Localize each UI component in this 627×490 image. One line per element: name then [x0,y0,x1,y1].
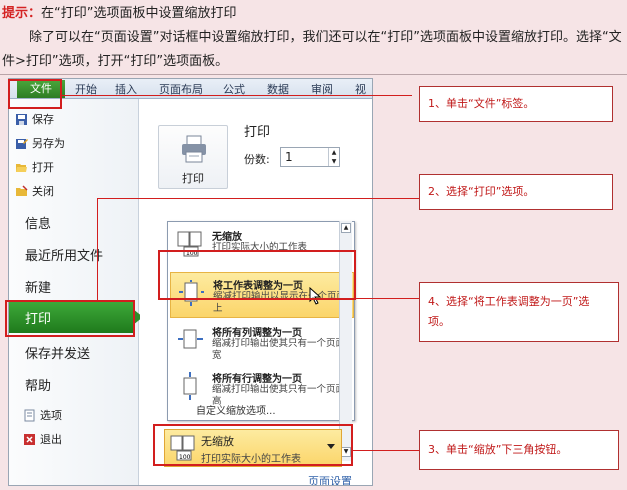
sidebar-item-save-as[interactable]: 另存为 [15,135,65,151]
connector-line [97,198,98,302]
sidebar-item-help[interactable]: 帮助 [25,375,51,394]
highlight-print-item [5,300,135,337]
print-button[interactable]: 打印 [158,125,228,189]
copies-label: 份数: [244,153,270,166]
connector-line [353,450,421,451]
option-desc: 缩减打印输出使其只有一个页面宽 [212,338,346,361]
sidebar-item-label: 选项 [40,409,62,422]
sidebar-item-close[interactable]: 关闭 [15,183,54,199]
divider [0,74,627,75]
folder-close-icon [16,184,28,196]
callout-step-2: 2、选择“打印”选项。 [419,174,613,210]
tip-label: 提示： [2,6,42,21]
printer-icon [182,135,206,163]
fit-rows-icon [183,372,197,400]
sidebar-item-open[interactable]: 打开 [15,159,54,175]
callout-text: 1、单击“文件”标签。 [428,97,535,110]
backstage-sidebar: 保存 另存为 打开 关闭 信息 最近所用文件 新建 打印 保存并发送 帮助 选项… [9,99,143,485]
connector-line [97,198,419,199]
tip-text: 在“打印”选项面板中设置缩放打印 [41,6,237,21]
connector-line [62,95,412,96]
tip-heading: 提示：在“打印”选项面板中设置缩放打印 [2,2,237,21]
options-icon [24,409,35,421]
callout-text: 3、单击“缩放”下三角按钮。 [428,443,568,456]
copies-spinner[interactable]: ▲ ▼ [328,148,339,166]
exit-icon [24,433,35,445]
callout-text: 4、选择“将工作表调整为一页”选项。 [428,295,590,328]
sidebar-item-label: 关闭 [32,185,54,198]
print-title: 打印 [244,125,271,140]
callout-step-3: 3、单击“缩放”下三角按钮。 [419,430,619,470]
custom-scaling-link[interactable]: 自定义缩放选项... [196,402,276,417]
callout-step-1: 1、单击“文件”标签。 [419,86,613,122]
intro-paragraph: 除了可以在“页面设置”对话框中设置缩放打印，我们还可以在“打印”选项面板中设置缩… [2,30,622,69]
sidebar-item-save-send[interactable]: 保存并发送 [25,343,90,362]
sidebar-item-options[interactable]: 选项 [23,407,62,423]
ribbon-tab-bar: 文件 开始 插入 页面布局 公式 数据 审阅 视图 [9,79,372,112]
sidebar-item-label: 另存为 [32,137,65,150]
folder-open-icon [16,163,27,172]
highlight-scaling-combo [153,424,353,466]
sidebar-item-exit[interactable]: 退出 [23,431,62,447]
callout-step-4: 4、选择“将工作表调整为一页”选项。 [419,282,619,342]
connector-line [356,298,420,299]
option-title: 无缩放 [212,232,242,243]
copies-value: 1 [285,150,293,164]
option-title: 将所有列调整为一页 [212,328,302,339]
sidebar-item-label: 保存 [32,113,54,126]
save-as-icon [16,138,28,149]
fit-columns-icon [178,329,203,349]
sidebar-item-recent[interactable]: 最近所用文件 [25,245,103,264]
print-button-label: 打印 [182,172,204,185]
scaling-option-fit-columns[interactable]: 将所有列调整为一页 缩减打印输出使其只有一个页面宽 [170,320,354,366]
save-icon [16,113,27,125]
option-title: 将所有行调整为一页 [212,374,302,385]
copies-input[interactable]: 1 ▲ ▼ [280,147,340,167]
sidebar-item-new[interactable]: 新建 [25,277,51,296]
sidebar-item-info[interactable]: 信息 [25,213,51,232]
sidebar-item-label: 退出 [40,433,62,446]
highlight-file-tab [8,79,62,109]
scroll-up-icon[interactable]: ▲ [341,223,351,233]
sidebar-item-save[interactable]: 保存 [15,111,54,127]
sidebar-item-label: 打开 [32,161,54,174]
highlight-fit-option [158,250,356,300]
page-setup-link[interactable]: 页面设置 [308,473,352,485]
callout-text: 2、选择“打印”选项。 [428,185,535,198]
